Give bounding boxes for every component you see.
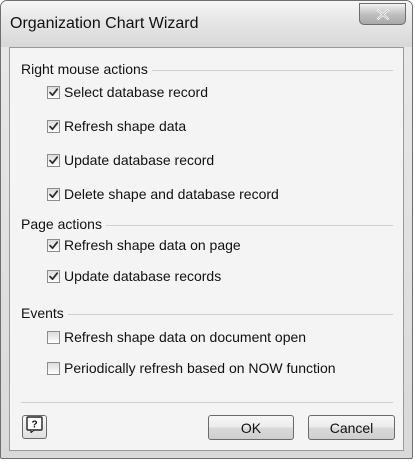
checkbox-periodic-refresh-now[interactable]: Periodically refresh based on NOW functi… <box>47 359 336 377</box>
checkbox-box[interactable] <box>47 119 60 133</box>
close-button[interactable] <box>359 3 406 25</box>
checkbox-box[interactable] <box>47 187 60 201</box>
checkmark-icon <box>49 240 59 249</box>
dialog-content: Right mouse actions Select database reco… <box>9 47 404 451</box>
dialog-window: Organization Chart Wizard Right mouse ac… <box>0 0 413 459</box>
checkbox-box[interactable] <box>47 330 60 344</box>
section-header: Page actions <box>21 216 393 232</box>
checkbox-refresh-shape-data-on-page[interactable]: Refresh shape data on page <box>47 236 241 254</box>
checkbox-box[interactable] <box>47 361 60 375</box>
checkmark-icon <box>49 121 59 130</box>
section-label: Events <box>21 305 68 321</box>
help-button[interactable]: ? <box>22 415 47 439</box>
cancel-button[interactable]: Cancel <box>308 415 395 440</box>
checkbox-label: Refresh shape data on page <box>64 237 241 253</box>
checkbox-update-database-record[interactable]: Update database record <box>47 151 214 169</box>
section-header: Right mouse actions <box>21 61 393 77</box>
section-label: Right mouse actions <box>21 61 152 77</box>
checkbox-label: Refresh shape data on document open <box>64 329 307 345</box>
checkbox-label: Delete shape and database record <box>64 186 279 202</box>
window-title: Organization Chart Wizard <box>10 15 199 32</box>
help-icon: ? <box>26 416 43 438</box>
checkbox-refresh-on-document-open[interactable]: Refresh shape data on document open <box>47 328 306 346</box>
section-divider <box>21 314 393 315</box>
checkbox-label: Periodically refresh based on NOW functi… <box>64 360 336 376</box>
checkbox-label: Update database records <box>64 268 222 284</box>
checkbox-label: Update database record <box>64 152 215 168</box>
checkmark-icon <box>49 87 59 96</box>
section-header: Events <box>21 305 393 321</box>
checkbox-box[interactable] <box>47 85 60 99</box>
title-bar[interactable]: Organization Chart Wizard <box>1 1 412 47</box>
checkbox-box[interactable] <box>47 153 60 167</box>
close-icon <box>376 8 389 20</box>
checkbox-update-database-records[interactable]: Update database records <box>47 267 221 285</box>
checkbox-label: Select database record <box>64 84 208 100</box>
checkbox-refresh-shape-data[interactable]: Refresh shape data <box>47 117 186 135</box>
checkbox-select-database-record[interactable]: Select database record <box>47 83 208 101</box>
footer-divider <box>21 402 393 403</box>
checkbox-delete-shape-and-record[interactable]: Delete shape and database record <box>47 185 279 203</box>
ok-button[interactable]: OK <box>208 415 294 440</box>
checkmark-icon <box>49 155 59 164</box>
checkmark-icon <box>49 189 59 198</box>
checkmark-icon <box>49 271 59 280</box>
checkbox-box[interactable] <box>47 238 60 252</box>
section-label: Page actions <box>21 216 106 232</box>
checkbox-box[interactable] <box>47 269 60 283</box>
svg-text:?: ? <box>31 420 37 431</box>
checkbox-label: Refresh shape data <box>64 118 187 134</box>
